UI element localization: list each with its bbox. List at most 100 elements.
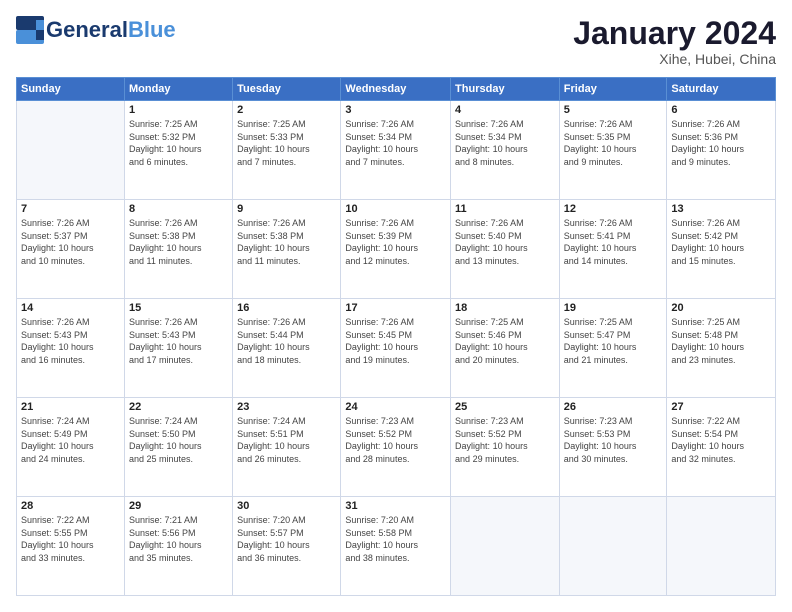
- calendar-day-cell: 12 Sunrise: 7:26 AM Sunset: 5:41 PM Dayli…: [559, 200, 667, 299]
- day-info: Sunrise: 7:22 AM Sunset: 5:55 PM Dayligh…: [21, 514, 120, 564]
- calendar-table: SundayMondayTuesdayWednesdayThursdayFrid…: [16, 77, 776, 596]
- calendar-day-cell: 14Sunrise: 7:26 AM Sunset: 5:43 PM Dayli…: [17, 299, 125, 398]
- day-number: 1: [129, 104, 228, 116]
- day-number: 6: [671, 104, 771, 116]
- day-number: 4: [455, 104, 555, 116]
- day-number: 17: [345, 302, 446, 314]
- calendar-day-cell: 20Sunrise: 7:25 AM Sunset: 5:48 PM Dayli…: [667, 299, 776, 398]
- day-number: 26: [564, 401, 663, 413]
- day-info: Sunrise: 7:22 AM Sunset: 5:54 PM Dayligh…: [671, 415, 771, 465]
- calendar-day-cell: 15Sunrise: 7:26 AM Sunset: 5:43 PM Dayli…: [124, 299, 232, 398]
- day-number: 9: [237, 203, 336, 215]
- calendar-day-cell: 1 Sunrise: 7:25 AM Sunset: 5:32 PM Daylig…: [124, 101, 232, 200]
- calendar-day-cell: 27 Sunrise: 7:22 AM Sunset: 5:54 PM Dayli…: [667, 398, 776, 497]
- day-info: Sunrise: 7:26 AM Sunset: 5:43 PM Dayligh…: [129, 316, 228, 366]
- day-info: Sunrise: 7:24 AM Sunset: 5:49 PM Dayligh…: [21, 415, 120, 465]
- day-info: Sunrise: 7:26 AM Sunset: 5:41 PM Dayligh…: [564, 217, 663, 267]
- day-info: Sunrise: 7:23 AM Sunset: 5:52 PM Dayligh…: [345, 415, 446, 465]
- calendar-day-cell: 30Sunrise: 7:20 AM Sunset: 5:57 PM Dayli…: [233, 497, 341, 596]
- day-info: Sunrise: 7:24 AM Sunset: 5:50 PM Dayligh…: [129, 415, 228, 465]
- day-info: Sunrise: 7:26 AM Sunset: 5:39 PM Dayligh…: [345, 217, 446, 267]
- logo-text: GeneralBlue: [46, 18, 176, 42]
- day-number: 20: [671, 302, 771, 314]
- calendar-day-cell: 21 Sunrise: 7:24 AM Sunset: 5:49 PM Dayli…: [17, 398, 125, 497]
- day-number: 27: [671, 401, 771, 413]
- calendar-day-cell: 10 Sunrise: 7:26 AM Sunset: 5:39 PM Dayli…: [341, 200, 451, 299]
- day-number: 25: [455, 401, 555, 413]
- calendar-day-cell: 11 Sunrise: 7:26 AM Sunset: 5:40 PM Dayli…: [451, 200, 560, 299]
- calendar-day-cell: 26 Sunrise: 7:23 AM Sunset: 5:53 PM Dayli…: [559, 398, 667, 497]
- calendar-week-row: 21 Sunrise: 7:24 AM Sunset: 5:49 PM Dayli…: [17, 398, 776, 497]
- header: GeneralBlue January 2024 Xihe, Hubei, Ch…: [16, 16, 776, 67]
- day-number: 23: [237, 401, 336, 413]
- day-number: 13: [671, 203, 771, 215]
- weekday-header-tuesday: Tuesday: [233, 78, 341, 101]
- calendar-week-row: 28Sunrise: 7:22 AM Sunset: 5:55 PM Dayli…: [17, 497, 776, 596]
- day-info: Sunrise: 7:26 AM Sunset: 5:38 PM Dayligh…: [237, 217, 336, 267]
- calendar-day-cell: [559, 497, 667, 596]
- day-number: 2: [237, 104, 336, 116]
- day-number: 12: [564, 203, 663, 215]
- day-number: 5: [564, 104, 663, 116]
- day-number: 14: [21, 302, 120, 314]
- weekday-header-monday: Monday: [124, 78, 232, 101]
- weekday-header-saturday: Saturday: [667, 78, 776, 101]
- weekday-header-wednesday: Wednesday: [341, 78, 451, 101]
- calendar-day-cell: 16Sunrise: 7:26 AM Sunset: 5:44 PM Dayli…: [233, 299, 341, 398]
- day-info: Sunrise: 7:23 AM Sunset: 5:53 PM Dayligh…: [564, 415, 663, 465]
- day-info: Sunrise: 7:26 AM Sunset: 5:40 PM Dayligh…: [455, 217, 555, 267]
- weekday-header-sunday: Sunday: [17, 78, 125, 101]
- logo-line1: General: [46, 17, 128, 42]
- calendar-day-cell: 24Sunrise: 7:23 AM Sunset: 5:52 PM Dayli…: [341, 398, 451, 497]
- day-info: Sunrise: 7:20 AM Sunset: 5:58 PM Dayligh…: [345, 514, 446, 564]
- day-number: 21: [21, 401, 120, 413]
- calendar-day-cell: 7Sunrise: 7:26 AM Sunset: 5:37 PM Daylig…: [17, 200, 125, 299]
- day-info: Sunrise: 7:21 AM Sunset: 5:56 PM Dayligh…: [129, 514, 228, 564]
- calendar-week-row: 14 Sunrise: 7:26 AM Sunset: 5:43 PM Dayli…: [17, 299, 776, 398]
- day-info: Sunrise: 7:25 AM Sunset: 5:33 PM Dayligh…: [237, 118, 336, 168]
- logo: GeneralBlue: [16, 16, 176, 44]
- calendar-day-cell: [17, 101, 125, 200]
- day-info: Sunrise: 7:26 AM Sunset: 5:36 PM Dayligh…: [671, 118, 771, 168]
- weekday-header-friday: Friday: [559, 78, 667, 101]
- day-number: 18: [455, 302, 555, 314]
- day-info: Sunrise: 7:26 AM Sunset: 5:44 PM Dayligh…: [237, 316, 336, 366]
- calendar-day-cell: 13Sunrise: 7:26 AM Sunset: 5:42 PM Dayli…: [667, 200, 776, 299]
- calendar-day-cell: [451, 497, 560, 596]
- calendar-day-cell: 2 Sunrise: 7:25 AM Sunset: 5:33 PM Daylig…: [233, 101, 341, 200]
- day-info: Sunrise: 7:26 AM Sunset: 5:34 PM Dayligh…: [455, 118, 555, 168]
- calendar-day-cell: 28Sunrise: 7:22 AM Sunset: 5:55 PM Dayli…: [17, 497, 125, 596]
- day-info: Sunrise: 7:26 AM Sunset: 5:38 PM Dayligh…: [129, 217, 228, 267]
- calendar-day-cell: 5Sunrise: 7:26 AM Sunset: 5:35 PM Daylig…: [559, 101, 667, 200]
- calendar-day-cell: 18Sunrise: 7:25 AM Sunset: 5:46 PM Dayli…: [451, 299, 560, 398]
- day-number: 19: [564, 302, 663, 314]
- logo-line2: Blue: [128, 17, 176, 42]
- day-number: 31: [345, 500, 446, 512]
- calendar-day-cell: 23 Sunrise: 7:24 AM Sunset: 5:51 PM Dayli…: [233, 398, 341, 497]
- calendar-day-cell: 17Sunrise: 7:26 AM Sunset: 5:45 PM Dayli…: [341, 299, 451, 398]
- day-number: 3: [345, 104, 446, 116]
- title-block: January 2024 Xihe, Hubei, China: [573, 16, 776, 67]
- weekday-header-row: SundayMondayTuesdayWednesdayThursdayFrid…: [17, 78, 776, 101]
- calendar-day-cell: 9 Sunrise: 7:26 AM Sunset: 5:38 PM Daylig…: [233, 200, 341, 299]
- day-info: Sunrise: 7:23 AM Sunset: 5:52 PM Dayligh…: [455, 415, 555, 465]
- day-number: 10: [345, 203, 446, 215]
- weekday-header-thursday: Thursday: [451, 78, 560, 101]
- logo-icon: [16, 16, 44, 44]
- calendar-day-cell: 29Sunrise: 7:21 AM Sunset: 5:56 PM Dayli…: [124, 497, 232, 596]
- calendar-day-cell: 31 Sunrise: 7:20 AM Sunset: 5:58 PM Dayli…: [341, 497, 451, 596]
- month-title: January 2024: [573, 16, 776, 51]
- day-info: Sunrise: 7:26 AM Sunset: 5:34 PM Dayligh…: [345, 118, 446, 168]
- calendar-day-cell: 8Sunrise: 7:26 AM Sunset: 5:38 PM Daylig…: [124, 200, 232, 299]
- calendar-week-row: 7Sunrise: 7:26 AM Sunset: 5:37 PM Daylig…: [17, 200, 776, 299]
- calendar-day-cell: 6 Sunrise: 7:26 AM Sunset: 5:36 PM Daylig…: [667, 101, 776, 200]
- calendar-day-cell: 19Sunrise: 7:25 AM Sunset: 5:47 PM Dayli…: [559, 299, 667, 398]
- day-info: Sunrise: 7:20 AM Sunset: 5:57 PM Dayligh…: [237, 514, 336, 564]
- calendar-day-cell: [667, 497, 776, 596]
- day-info: Sunrise: 7:24 AM Sunset: 5:51 PM Dayligh…: [237, 415, 336, 465]
- calendar-day-cell: 4 Sunrise: 7:26 AM Sunset: 5:34 PM Daylig…: [451, 101, 560, 200]
- calendar-week-row: 1 Sunrise: 7:25 AM Sunset: 5:32 PM Daylig…: [17, 101, 776, 200]
- day-info: Sunrise: 7:25 AM Sunset: 5:32 PM Dayligh…: [129, 118, 228, 168]
- day-number: 11: [455, 203, 555, 215]
- day-number: 7: [21, 203, 120, 215]
